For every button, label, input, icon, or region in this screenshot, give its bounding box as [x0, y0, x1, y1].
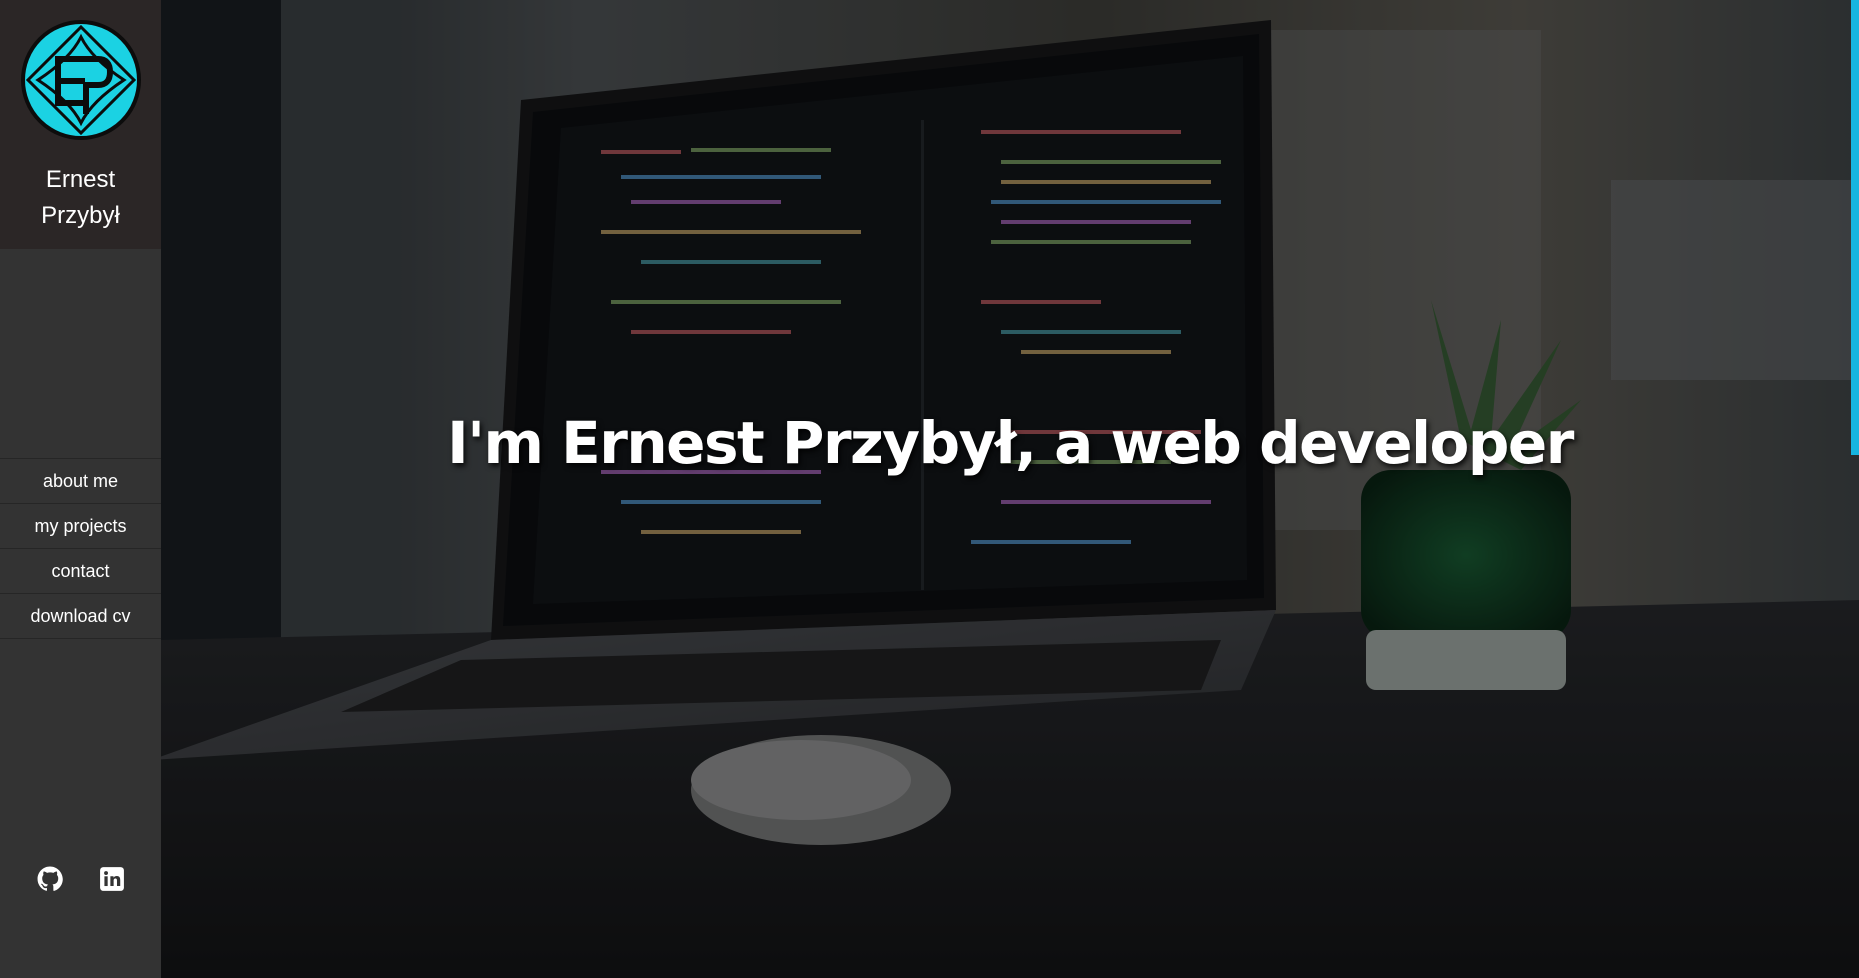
nav-download-cv[interactable]: download cv — [0, 594, 161, 639]
nav-about-me[interactable]: about me — [0, 459, 161, 504]
ep-logo-icon[interactable] — [20, 19, 142, 141]
nav-contact[interactable]: contact — [0, 549, 161, 594]
sidebar: Ernest Przybył about me my projects cont… — [0, 0, 161, 978]
sidebar-nav: about me my projects contact download cv — [0, 458, 161, 639]
hero-background-photo — [161, 0, 1859, 978]
nav-my-projects[interactable]: my projects — [0, 504, 161, 549]
brand-name-last: Przybył — [41, 202, 120, 229]
hero-title: I'm Ernest Przybył, a web developer — [447, 408, 1574, 477]
brand-name-first: Ernest — [45, 166, 116, 193]
brand-name: Ernest Przybył — [0, 162, 161, 234]
brand-block: Ernest Przybył — [0, 0, 161, 249]
hero-section: I'm Ernest Przybył, a web developer — [161, 0, 1859, 978]
scrollbar-thumb[interactable] — [1851, 0, 1859, 455]
github-icon[interactable] — [37, 866, 63, 892]
linkedin-icon[interactable] — [99, 866, 125, 892]
page: Ernest Przybył about me my projects cont… — [0, 0, 1859, 978]
